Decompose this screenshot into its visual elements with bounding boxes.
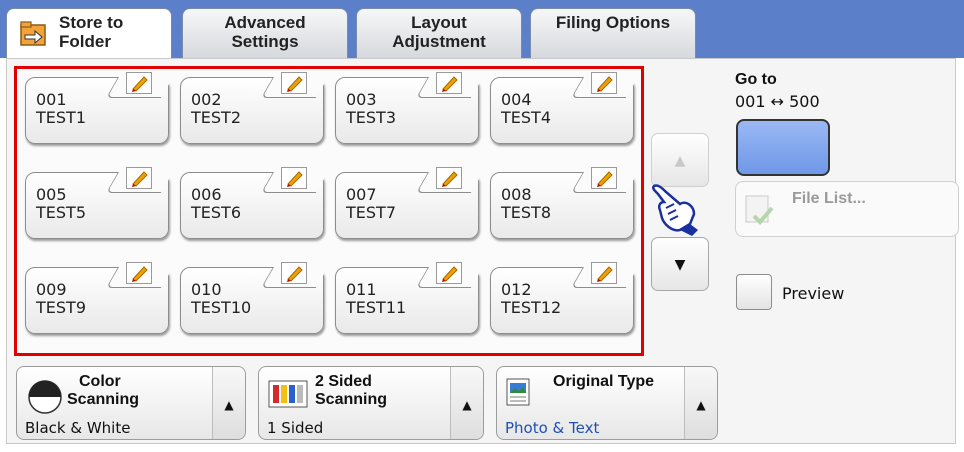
folder-button-003[interactable]: 003 TEST3 bbox=[335, 72, 483, 144]
goto-label: Go to bbox=[735, 71, 777, 88]
color-line1: Color bbox=[79, 373, 121, 390]
folder-number: 003 bbox=[346, 90, 377, 109]
pencil-icon bbox=[126, 72, 152, 94]
folder-number: 006 bbox=[191, 185, 222, 204]
folder-name: TEST9 bbox=[36, 298, 86, 317]
original-line1: Original Type bbox=[553, 373, 655, 390]
tab-label-line2: Folder bbox=[59, 32, 111, 51]
tab-label-line1: Store to bbox=[59, 13, 124, 32]
tab-label-line2: Adjustment bbox=[392, 32, 486, 51]
tab-label-line1: Layout bbox=[411, 13, 467, 32]
pencil-icon bbox=[591, 262, 617, 284]
folder-number: 009 bbox=[36, 280, 67, 299]
scroll-down-button[interactable]: ▼ bbox=[651, 237, 709, 291]
tab-store-to-folder[interactable]: Store to Folder bbox=[6, 8, 172, 60]
pencil-icon bbox=[436, 262, 462, 284]
preview-checkbox[interactable] bbox=[736, 274, 772, 310]
folder-name: TEST5 bbox=[36, 203, 86, 222]
sided-options-arrow[interactable]: ▲ bbox=[450, 367, 483, 439]
tab-label-line2: Settings bbox=[231, 32, 299, 51]
sided-line1: 2 Sided bbox=[315, 373, 372, 390]
folder-button-004[interactable]: 004 TEST4 bbox=[490, 72, 638, 144]
tab-layout-adjustment[interactable]: Layout Adjustment bbox=[356, 8, 522, 58]
file-list-label: File List... bbox=[792, 190, 866, 207]
folder-icon bbox=[20, 21, 46, 46]
scroll-up-button[interactable]: ▲ bbox=[651, 133, 709, 187]
tab-label-line1: Filing Options bbox=[555, 13, 671, 32]
tab-filing-options[interactable]: Filing Options bbox=[530, 8, 696, 58]
original-options-arrow[interactable]: ▲ bbox=[684, 367, 717, 439]
pencil-icon bbox=[126, 262, 152, 284]
pencil-icon bbox=[281, 167, 307, 189]
folder-grid: 001 TEST1 002 TEST2 003 TEST3 004 TEST4 … bbox=[14, 66, 644, 356]
folder-button-005[interactable]: 005 TEST5 bbox=[25, 167, 173, 239]
folder-button-008[interactable]: 008 TEST8 bbox=[490, 167, 638, 239]
folder-name: TEST3 bbox=[346, 108, 396, 127]
folder-number: 008 bbox=[501, 185, 532, 204]
folder-button-010[interactable]: 010 TEST10 bbox=[180, 262, 328, 334]
folder-name: TEST11 bbox=[346, 298, 407, 317]
original-value: Photo & Text bbox=[505, 419, 600, 437]
chevron-up-icon: ▲ bbox=[674, 153, 686, 169]
sided-line2: Scanning bbox=[315, 391, 388, 408]
folder-name: TEST2 bbox=[191, 108, 241, 127]
color-scanning-button[interactable]: Color Scanning Black & White ▲ bbox=[16, 366, 246, 440]
pencil-icon bbox=[126, 167, 152, 189]
color-line2: Scanning bbox=[67, 391, 140, 408]
color-mode-icon bbox=[28, 380, 62, 414]
pencil-icon bbox=[591, 72, 617, 94]
folder-button-007[interactable]: 007 TEST7 bbox=[335, 167, 483, 239]
pointing-hand-icon bbox=[651, 184, 698, 236]
folder-button-002[interactable]: 002 TEST2 bbox=[180, 72, 328, 144]
pencil-icon bbox=[436, 72, 462, 94]
folder-button-009[interactable]: 009 TEST9 bbox=[25, 262, 173, 334]
tab-advanced-settings[interactable]: Advanced Settings bbox=[182, 8, 348, 58]
folder-number: 002 bbox=[191, 90, 222, 109]
folder-button-006[interactable]: 006 TEST6 bbox=[180, 167, 328, 239]
two-sided-scanning-button[interactable]: 2 Sided Scanning 1 Sided ▲ bbox=[258, 366, 484, 440]
goto-range: 001 ↔ 500 bbox=[735, 92, 820, 111]
folder-number: 011 bbox=[346, 280, 377, 299]
folder-name: TEST6 bbox=[191, 203, 241, 222]
tab-label-line1: Advanced bbox=[224, 13, 306, 32]
goto-keypad-button[interactable] bbox=[736, 119, 830, 176]
folder-button-011[interactable]: 011 TEST11 bbox=[335, 262, 483, 334]
file-check-icon bbox=[745, 195, 774, 225]
folder-name: TEST10 bbox=[191, 298, 252, 317]
folder-number: 012 bbox=[501, 280, 532, 299]
pencil-icon bbox=[591, 167, 617, 189]
duplex-icon bbox=[268, 380, 308, 408]
folder-name: TEST7 bbox=[346, 203, 396, 222]
folder-button-001[interactable]: 001 TEST1 bbox=[25, 72, 173, 144]
folder-number: 004 bbox=[501, 90, 532, 109]
pencil-icon bbox=[436, 167, 462, 189]
folder-name: TEST8 bbox=[501, 203, 551, 222]
folder-name: TEST4 bbox=[501, 108, 551, 127]
preview-label: Preview bbox=[782, 284, 845, 303]
original-type-button[interactable]: Original Type Photo & Text ▲ bbox=[496, 366, 718, 440]
folder-name: TEST12 bbox=[501, 298, 562, 317]
chevron-down-icon: ▼ bbox=[674, 257, 686, 273]
pencil-icon bbox=[281, 72, 307, 94]
folder-name: TEST1 bbox=[36, 108, 86, 127]
color-value: Black & White bbox=[25, 419, 131, 437]
folder-number: 005 bbox=[36, 185, 67, 204]
folder-number: 007 bbox=[346, 185, 377, 204]
photo-icon bbox=[506, 378, 530, 406]
file-list-button[interactable]: File List... bbox=[735, 181, 959, 237]
folder-number: 010 bbox=[191, 280, 222, 299]
color-options-arrow[interactable]: ▲ bbox=[212, 367, 245, 439]
folder-button-012[interactable]: 012 TEST12 bbox=[490, 262, 638, 334]
pencil-icon bbox=[281, 262, 307, 284]
sided-value: 1 Sided bbox=[267, 419, 324, 437]
folder-number: 001 bbox=[36, 90, 67, 109]
